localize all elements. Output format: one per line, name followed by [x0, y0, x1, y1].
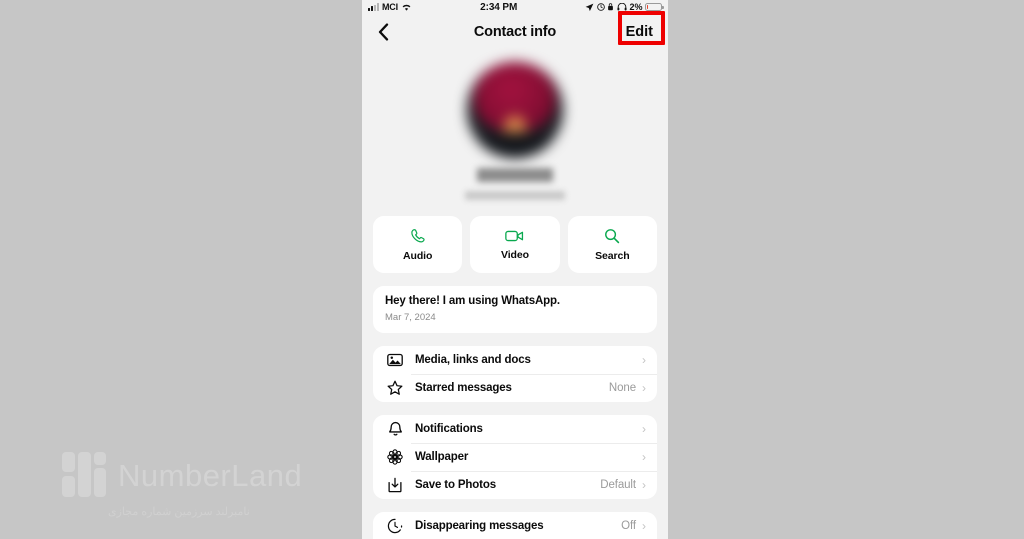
row-save-to-photos[interactable]: Save to Photos Default ›	[373, 471, 657, 499]
row-disappearing-messages[interactable]: Disappearing messages Off ›	[373, 512, 657, 539]
save-download-icon	[385, 477, 405, 493]
row-notifications[interactable]: Notifications ›	[373, 415, 657, 443]
search-icon	[605, 228, 620, 243]
row-value: None	[608, 382, 636, 394]
row-label: Wallpaper	[415, 451, 469, 463]
chevron-left-icon	[378, 23, 388, 41]
row-value: Default	[600, 479, 636, 491]
edit-button[interactable]: Edit	[621, 22, 658, 42]
screenshot-stage: NumberLand نامبرلند سرزمین شماره مجازی M…	[0, 0, 1024, 539]
carrier-label: MCI	[382, 2, 398, 12]
watermark-brand: NumberLand	[118, 457, 303, 493]
quick-actions: Audio Video Search	[373, 216, 657, 273]
settings-group: Notifications › Wallpaper › Save to Phot…	[373, 415, 657, 499]
contact-name	[477, 168, 553, 182]
search-label: Search	[595, 249, 630, 262]
row-label: Starred messages	[415, 382, 512, 394]
avatar[interactable]	[466, 61, 564, 159]
numberland-logo-icon	[62, 452, 106, 498]
privacy-group: Disappearing messages Off › Lock chat	[373, 512, 657, 539]
row-label: Save to Photos	[415, 479, 496, 491]
status-time: 2:34 PM	[480, 1, 518, 13]
back-button[interactable]	[372, 19, 394, 45]
search-button[interactable]: Search	[567, 216, 657, 273]
chevron-right-icon: ›	[642, 519, 646, 533]
chevron-right-icon: ›	[642, 422, 646, 436]
headphones-icon	[617, 3, 627, 11]
profile-header	[362, 50, 668, 200]
battery-percent: 2%	[629, 2, 643, 12]
audio-call-label: Audio	[403, 250, 433, 262]
photo-icon	[385, 353, 405, 367]
star-icon	[385, 380, 405, 396]
alarm-icon	[597, 3, 605, 11]
watermark-subtitle: نامبرلند سرزمین شماره مجازی	[108, 506, 250, 518]
chevron-right-icon: ›	[642, 450, 646, 464]
navigation-bar: Contact info Edit	[362, 14, 668, 50]
row-value: Off	[621, 520, 636, 532]
numberland-watermark: NumberLand نامبرلند سرزمین شماره مجازی	[62, 452, 302, 518]
row-label: Media, links and docs	[415, 354, 531, 366]
audio-call-button[interactable]: Audio	[373, 216, 463, 273]
about-card[interactable]: Hey there! I am using WhatsApp. Mar 7, 2…	[373, 286, 657, 333]
video-camera-icon	[505, 230, 524, 241]
contact-phone-number	[465, 191, 565, 200]
bell-icon	[385, 421, 405, 437]
row-label: Disappearing messages	[415, 520, 544, 532]
video-call-button[interactable]: Video	[470, 216, 560, 273]
row-label: Notifications	[415, 423, 483, 435]
signal-bars-icon	[368, 3, 379, 11]
video-call-label: Video	[501, 248, 529, 261]
chevron-right-icon: ›	[642, 478, 646, 492]
row-media-links-docs[interactable]: Media, links and docs ›	[373, 346, 657, 374]
location-arrow-icon	[586, 3, 594, 11]
media-group: Media, links and docs › Starred messages…	[373, 346, 657, 402]
battery-icon	[645, 3, 664, 11]
chevron-right-icon: ›	[642, 353, 646, 367]
row-starred-messages[interactable]: Starred messages None ›	[373, 374, 657, 402]
wallpaper-icon	[385, 449, 405, 465]
about-status-text: Hey there! I am using WhatsApp.	[385, 295, 560, 307]
wifi-icon	[402, 4, 411, 11]
chevron-right-icon: ›	[642, 381, 646, 395]
row-wallpaper[interactable]: Wallpaper ›	[373, 443, 657, 471]
status-bar: MCI 2:34 PM 2%	[362, 0, 668, 14]
about-date: Mar 7, 2024	[385, 312, 436, 323]
rotation-lock-icon	[608, 3, 614, 11]
phone-icon	[411, 229, 425, 243]
phone-screen: MCI 2:34 PM 2% Contact info Edit Audio V…	[362, 0, 668, 539]
timer-icon	[385, 518, 405, 534]
